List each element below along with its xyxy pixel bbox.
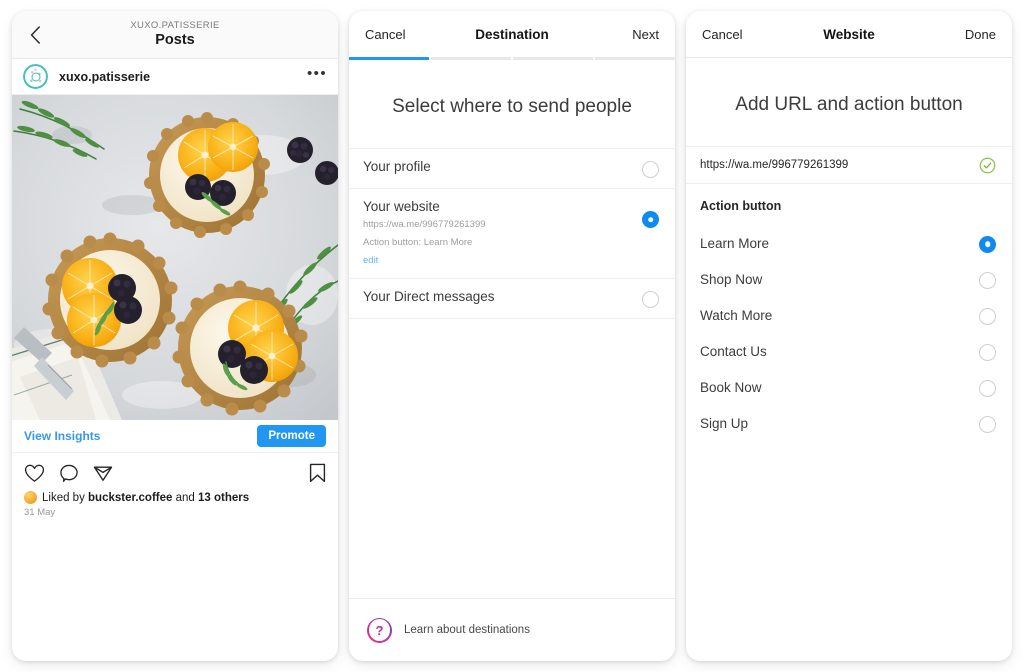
action-option-shop-now[interactable]: Shop Now [686, 261, 1012, 297]
radio-shop-now[interactable] [979, 271, 996, 289]
radio-book-now[interactable] [979, 379, 996, 397]
action-option-watch-more[interactable]: Watch More [686, 297, 1012, 333]
option-texts: Your website https://wa.me/996779261399 … [363, 199, 642, 268]
likes-middle: and [172, 491, 198, 504]
option-texts: Your profile [363, 159, 642, 174]
action-button-options-list: Learn More Shop Now Watch More Contact U… [686, 225, 1012, 441]
option-label: Shop Now [700, 271, 763, 287]
done-button[interactable]: Done [950, 27, 996, 42]
question-mark-icon: ? [367, 617, 392, 643]
url-input[interactable] [700, 159, 979, 171]
donut-hole [31, 72, 40, 81]
destination-option-profile[interactable]: Your profile [349, 148, 675, 189]
radio-direct-messages[interactable] [642, 290, 659, 308]
option-label: Your Direct messages [363, 288, 495, 304]
avatar[interactable] [23, 64, 48, 89]
option-label: Contact Us [700, 343, 767, 359]
likes-text: Liked by buckster.coffee and 13 others [42, 492, 249, 504]
nav-kicker: XUXO.PATISSERIE [130, 19, 220, 31]
liker-username[interactable]: buckster.coffee [88, 492, 172, 504]
more-options-icon[interactable]: ••• [307, 66, 327, 83]
radio-learn-more[interactable] [979, 235, 996, 253]
chevron-left-icon[interactable] [25, 25, 45, 45]
destination-heading: Select where to send people [392, 96, 632, 117]
likes-prefix: Liked by [42, 491, 89, 504]
likes-others-count[interactable]: 13 others [198, 492, 249, 504]
learn-about-destinations-label: Learn about destinations [404, 624, 530, 636]
next-button[interactable]: Next [613, 27, 659, 42]
comment-icon[interactable] [59, 464, 79, 483]
share-icon[interactable] [93, 464, 113, 483]
action-option-learn-more[interactable]: Learn More [686, 225, 1012, 261]
option-label: Your website [363, 199, 440, 214]
radio-your-website[interactable] [642, 211, 659, 228]
heart-icon[interactable] [24, 464, 45, 483]
option-label: Sign Up [700, 415, 749, 431]
radio-sign-up[interactable] [979, 415, 996, 433]
post-actions-row [12, 457, 338, 489]
post-user-bar: xuxo.patisserie ••• [12, 59, 338, 95]
promote-button[interactable]: Promote [257, 425, 326, 447]
post-date: 31 May [24, 507, 56, 518]
post-navbar: XUXO.PATISSERIE Posts [12, 11, 338, 59]
question-glyph: ? [375, 622, 384, 638]
bookmark-icon[interactable] [309, 463, 326, 483]
destination-title: Destination [475, 26, 549, 42]
option-label: Your profile [363, 159, 431, 174]
destination-options-list: Your profile Your website https://wa.me/… [349, 148, 675, 598]
instagram-post-panel: XUXO.PATISSERIE Posts xuxo.patisserie ••… [12, 11, 338, 661]
post-photo-image [12, 95, 338, 420]
website-panel-filler [686, 441, 1012, 661]
check-circle-icon [979, 157, 996, 174]
learn-about-destinations-row[interactable]: ? Learn about destinations [349, 598, 675, 661]
option-texts: Your Direct messages [363, 289, 642, 304]
radio-your-profile[interactable] [642, 161, 659, 178]
action-option-book-now[interactable]: Book Now [686, 369, 1012, 405]
option-label: Book Now [700, 379, 762, 395]
liker-avatar-icon [24, 491, 37, 504]
radio-contact-us[interactable] [979, 343, 996, 361]
post-username[interactable]: xuxo.patisserie [59, 70, 307, 84]
destination-panel: Cancel Destination Next Select where to … [349, 11, 675, 661]
option-url: https://wa.me/996779261399 [363, 219, 486, 230]
destination-header: Cancel Destination Next [349, 11, 675, 57]
screenshot-root: XUXO.PATISSERIE Posts xuxo.patisserie ••… [0, 0, 1024, 672]
destination-option-website[interactable]: Your website https://wa.me/996779261399 … [349, 189, 675, 279]
action-option-contact-us[interactable]: Contact Us [686, 333, 1012, 369]
option-label: Learn More [700, 235, 770, 251]
edit-link[interactable]: edit [363, 255, 378, 266]
option-label: Watch More [700, 307, 773, 323]
page-title: Posts [155, 32, 195, 49]
option-action-button: Action button: Learn More [363, 236, 473, 248]
action-button-section-label: Action button [700, 199, 782, 213]
cancel-button[interactable]: Cancel [365, 27, 411, 42]
action-option-sign-up[interactable]: Sign Up [686, 405, 1012, 441]
post-photo[interactable] [12, 95, 338, 420]
url-field-row[interactable] [686, 146, 1012, 184]
website-heading: Add URL and action button [735, 94, 963, 115]
post-nav-titles: XUXO.PATISSERIE Posts [12, 20, 338, 49]
likes-row: Liked by buckster.coffee and 13 others [12, 489, 338, 504]
radio-watch-more[interactable] [979, 307, 996, 325]
website-panel: Cancel Website Done Add URL and action b… [686, 11, 1012, 661]
view-insights-link[interactable]: View Insights [24, 429, 100, 443]
cancel-button[interactable]: Cancel [702, 27, 748, 42]
website-header: Cancel Website Done [686, 11, 1012, 57]
destination-option-direct[interactable]: Your Direct messages [349, 279, 675, 319]
website-title: Website [823, 26, 875, 42]
insights-row: View Insights Promote [12, 420, 338, 453]
